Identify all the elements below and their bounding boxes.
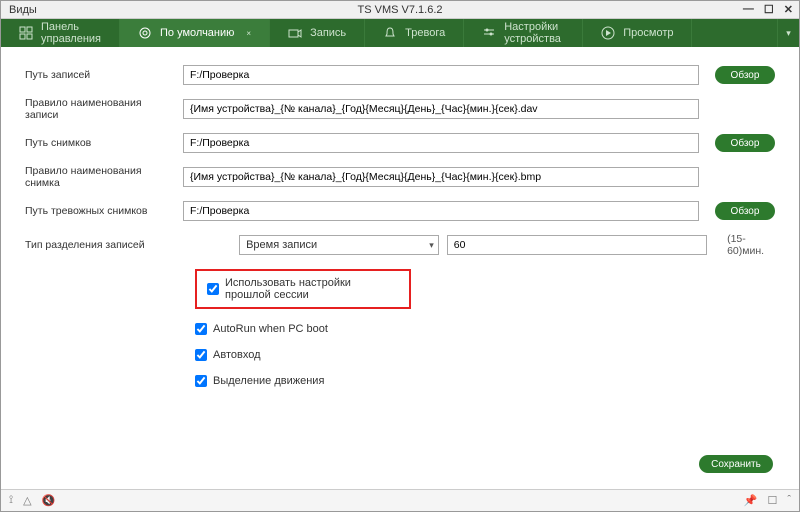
split-type-select[interactable]: Время записи ▾	[239, 235, 439, 255]
titlebar: Виды TS VMS V7.1.6.2 — ☐ ✕	[1, 1, 799, 19]
use-prev-session-checkbox[interactable]	[207, 283, 219, 295]
chevron-down-icon: ▾	[429, 240, 434, 251]
close-button[interactable]: ✕	[784, 3, 793, 16]
chevron-down-icon: ▾	[786, 28, 791, 39]
motion-checkbox[interactable]	[195, 375, 207, 387]
autorun-checkbox[interactable]	[195, 323, 207, 335]
checkbox-label: Автовход	[213, 349, 261, 361]
volume-icon[interactable]: 🔇	[42, 494, 56, 507]
record-rule-input[interactable]	[183, 99, 699, 119]
record-path-label: Путь записей	[25, 69, 175, 81]
views-menu[interactable]: Виды	[1, 4, 37, 16]
checkbox-label: AutoRun when PC boot	[213, 323, 328, 335]
browse-button[interactable]: Обзор	[715, 202, 775, 220]
nav-label: Запись	[310, 27, 346, 39]
alarm-snapshot-path-label: Путь тревожных снимков	[25, 205, 175, 217]
nav-dropdown[interactable]: ▾	[777, 19, 799, 47]
snapshot-path-label: Путь снимков	[25, 137, 175, 149]
split-type-label: Тип разделения записей	[25, 239, 154, 251]
sliders-icon	[482, 26, 496, 40]
close-icon[interactable]: ×	[246, 29, 251, 38]
checkbox-label: Использовать настройки прошлой сессии	[225, 277, 399, 301]
split-hint: (15-60)мин.	[727, 233, 775, 257]
main-navbar: Панель управления По умолчанию × Запись …	[1, 19, 799, 47]
nav-alarm[interactable]: Тревога	[365, 19, 464, 47]
camera-icon	[288, 26, 302, 40]
record-path-input[interactable]	[183, 65, 699, 85]
nav-record[interactable]: Запись	[270, 19, 365, 47]
maximize-button[interactable]: ☐	[764, 3, 774, 16]
warning-icon[interactable]: △	[23, 494, 31, 507]
window-icon[interactable]: ☐	[767, 494, 777, 507]
grid-icon	[19, 26, 33, 40]
minimize-button[interactable]: —	[743, 3, 754, 16]
pin-icon[interactable]: 📌	[744, 494, 758, 507]
split-value-input[interactable]	[447, 235, 707, 255]
play-icon	[601, 26, 615, 40]
nav-label: По умолчанию	[160, 27, 234, 39]
nav-label: Панель управления	[41, 21, 101, 45]
highlighted-option: Использовать настройки прошлой сессии	[195, 269, 411, 309]
nav-label: Просмотр	[623, 27, 673, 39]
nav-device-settings[interactable]: Настройки устройства	[464, 19, 583, 47]
statusbar: ⟟ △ 🔇 📌 ☐ ˆ	[1, 489, 799, 511]
snapshot-rule-label: Правило наименования снимка	[25, 165, 175, 189]
settings-form: Путь записей Обзор Правило наименования …	[1, 47, 799, 387]
alarm-snapshot-path-input[interactable]	[183, 201, 699, 221]
autologin-checkbox[interactable]	[195, 349, 207, 361]
snapshot-rule-input[interactable]	[183, 167, 699, 187]
bell-icon	[383, 26, 397, 40]
nav-default[interactable]: По умолчанию ×	[120, 19, 270, 47]
save-button[interactable]: Сохранить	[699, 455, 773, 473]
snapshot-path-input[interactable]	[183, 133, 699, 153]
checkbox-label: Выделение движения	[213, 375, 324, 387]
chevron-up-icon[interactable]: ˆ	[787, 494, 791, 507]
browse-button[interactable]: Обзор	[715, 66, 775, 84]
nav-preview[interactable]: Просмотр	[583, 19, 692, 47]
nav-control-panel[interactable]: Панель управления	[1, 19, 120, 47]
nav-label: Тревога	[405, 27, 445, 39]
gear-icon	[138, 26, 152, 40]
nav-label: Настройки устройства	[504, 21, 564, 45]
antenna-icon[interactable]: ⟟	[9, 494, 13, 507]
record-rule-label: Правило наименования записи	[25, 97, 175, 121]
browse-button[interactable]: Обзор	[715, 134, 775, 152]
select-value: Время записи	[246, 239, 317, 251]
app-title: TS VMS V7.1.6.2	[358, 4, 443, 16]
